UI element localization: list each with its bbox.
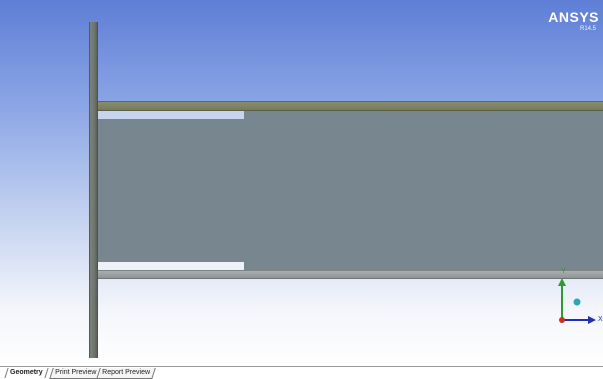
- tab-geometry[interactable]: Geometry: [4, 368, 49, 378]
- graphics-viewport[interactable]: ANSYS R14.5 Y X: [0, 0, 603, 366]
- origin-icon: [559, 317, 565, 323]
- coordinate-triad[interactable]: Y X: [552, 268, 603, 328]
- x-axis-arrow-icon: [588, 316, 596, 324]
- web-lower-edge[interactable]: [244, 262, 603, 270]
- lower-gap: [98, 262, 244, 270]
- web-body[interactable]: [98, 119, 603, 262]
- tab-report-preview[interactable]: Report Preview: [96, 368, 156, 379]
- ansys-logo: ANSYS: [548, 9, 599, 25]
- tab-print-preview-label: Print Preview: [55, 369, 97, 376]
- y-axis-label: Y: [561, 268, 566, 275]
- x-axis-label: X: [598, 316, 603, 323]
- triad-svg: [558, 278, 596, 324]
- web-upper-edge[interactable]: [244, 111, 603, 119]
- top-flange[interactable]: [98, 101, 603, 111]
- tab-geometry-label: Geometry: [10, 369, 43, 376]
- tab-report-preview-label: Report Preview: [102, 369, 151, 376]
- view-tab-bar: Geometry Print Preview Report Preview: [0, 366, 603, 379]
- vertical-plate[interactable]: [89, 22, 98, 358]
- isometric-view-ball-icon[interactable]: [573, 298, 581, 306]
- y-axis-arrow-icon: [558, 278, 566, 286]
- ansys-version: R14.5: [579, 26, 596, 32]
- tab-print-preview[interactable]: Print Preview: [49, 368, 103, 379]
- bottom-flange[interactable]: [98, 270, 603, 279]
- upper-gap: [98, 111, 244, 119]
